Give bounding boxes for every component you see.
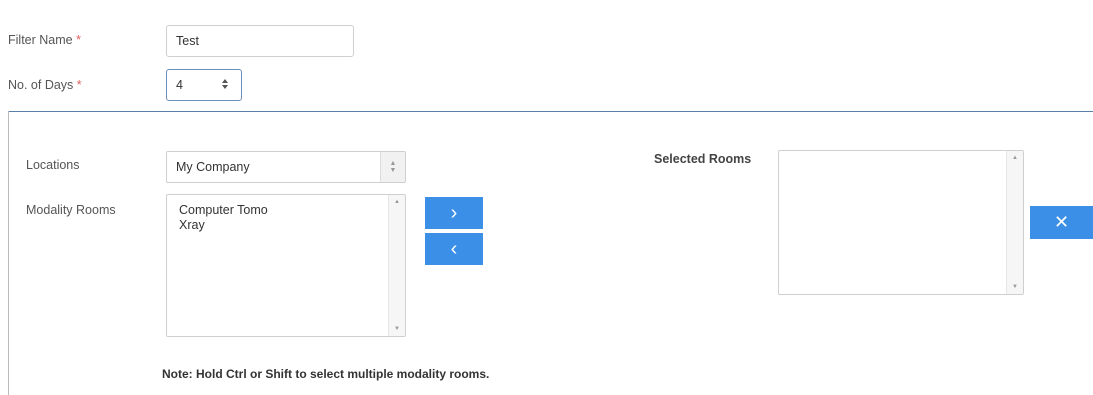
- required-mark: *: [76, 33, 81, 47]
- scroll-up-icon[interactable]: ▲: [1007, 155, 1023, 161]
- required-mark: *: [76, 78, 82, 92]
- add-room-button[interactable]: ›: [425, 197, 483, 229]
- helper-note: Note: Hold Ctrl or Shift to select multi…: [162, 367, 490, 381]
- scrollbar[interactable]: ▲ ▼: [388, 195, 405, 336]
- locations-selected-value: My Company: [176, 160, 250, 174]
- filter-name-input[interactable]: Test: [166, 25, 354, 57]
- clear-selected-button[interactable]: ✕: [1030, 206, 1093, 239]
- filter-name-value: Test: [176, 34, 199, 48]
- list-item[interactable]: Computer Tomo: [179, 203, 393, 218]
- locations-label: Locations: [26, 158, 80, 172]
- left-border: [8, 111, 9, 395]
- modality-rooms-listbox[interactable]: Computer Tomo Xray ▲ ▼: [166, 194, 406, 337]
- scroll-down-icon[interactable]: ▼: [389, 326, 405, 332]
- scrollbar[interactable]: ▲ ▼: [1006, 151, 1023, 294]
- filter-name-label-text: Filter Name: [8, 33, 73, 47]
- dropdown-arrow-icon[interactable]: ▲ ▼: [380, 152, 405, 182]
- remove-room-button[interactable]: ‹: [425, 233, 483, 265]
- stepper-arrows-icon[interactable]: [221, 77, 229, 91]
- selected-rooms-listbox[interactable]: ▲ ▼: [778, 150, 1024, 295]
- locations-select[interactable]: My Company ▲ ▼: [166, 151, 406, 183]
- days-value: 4: [176, 78, 183, 92]
- scroll-down-icon[interactable]: ▼: [1007, 284, 1023, 290]
- modality-rooms-label: Modality Rooms: [26, 203, 116, 217]
- days-stepper[interactable]: 4: [166, 69, 242, 101]
- section-divider: [8, 111, 1093, 112]
- days-label-text: No. of Days: [8, 78, 74, 92]
- days-label: No. of Days *: [8, 78, 82, 92]
- filter-name-label: Filter Name *: [8, 33, 81, 47]
- list-item[interactable]: Xray: [179, 218, 393, 233]
- selected-rooms-label: Selected Rooms: [654, 152, 752, 166]
- scroll-up-icon[interactable]: ▲: [389, 199, 405, 205]
